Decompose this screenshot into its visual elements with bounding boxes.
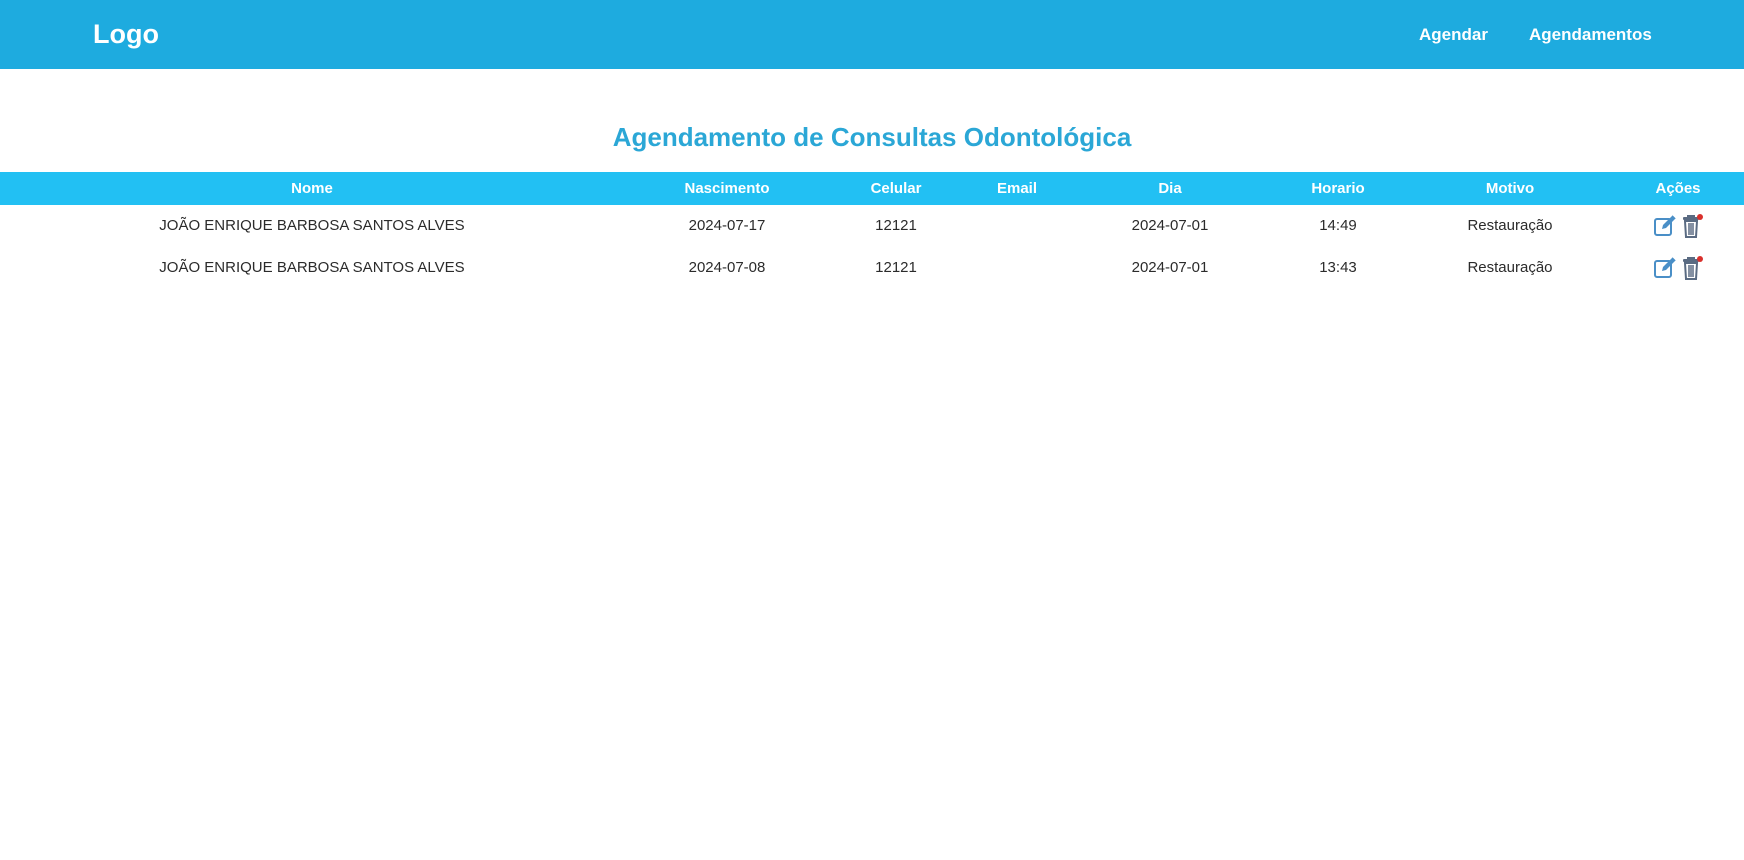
cell-horario: 13:43 <box>1319 259 1357 276</box>
column-header-nascimento: Nascimento <box>684 180 770 197</box>
cell-nascimento: 2024-07-17 <box>688 217 766 234</box>
cell-motivo: Restauração <box>1467 217 1553 234</box>
edit-icon[interactable] <box>1652 213 1678 239</box>
cell-nome: JOÃO ENRIQUE BARBOSA SANTOS ALVES <box>159 259 465 276</box>
cell-dia: 2024-07-01 <box>1131 217 1209 234</box>
cell-celular: 12121 <box>875 259 917 276</box>
page-title: Agendamento de Consultas Odontológica <box>612 122 1132 152</box>
column-header-motivo: Motivo <box>1485 180 1535 197</box>
column-header-email: Email <box>996 180 1038 197</box>
cell-horario: 14:49 <box>1319 217 1357 234</box>
table-row: JOÃO ENRIQUE BARBOSA SANTOS ALVES 2024-0… <box>0 247 1744 289</box>
cell-email <box>957 247 1077 289</box>
column-header-horario: Horario <box>1311 180 1365 197</box>
table-row: JOÃO ENRIQUE BARBOSA SANTOS ALVES 2024-0… <box>0 205 1744 247</box>
navbar: Logo Agendar Agendamentos <box>0 0 1744 69</box>
cell-nascimento: 2024-07-08 <box>688 259 766 276</box>
cell-motivo: Restauração <box>1467 259 1553 276</box>
trash-icon[interactable] <box>1679 213 1705 239</box>
table-header: Nome Nascimento Celular Email Dia Horari… <box>0 172 1744 205</box>
column-header-celular: Celular <box>870 180 922 197</box>
column-header-nome: Nome <box>291 180 333 197</box>
nav-link-agendamentos[interactable]: Agendamentos <box>1529 24 1652 46</box>
cell-email <box>957 205 1077 247</box>
nav-link-agendar[interactable]: Agendar <box>1419 24 1488 46</box>
column-header-dia: Dia <box>1158 180 1182 197</box>
cell-dia: 2024-07-01 <box>1131 259 1209 276</box>
edit-icon[interactable] <box>1652 255 1678 281</box>
cell-celular: 12121 <box>875 217 917 234</box>
column-header-acoes: Ações <box>1655 180 1701 197</box>
trash-icon[interactable] <box>1679 255 1705 281</box>
logo[interactable]: Logo <box>93 17 159 51</box>
cell-nome: JOÃO ENRIQUE BARBOSA SANTOS ALVES <box>159 217 465 234</box>
